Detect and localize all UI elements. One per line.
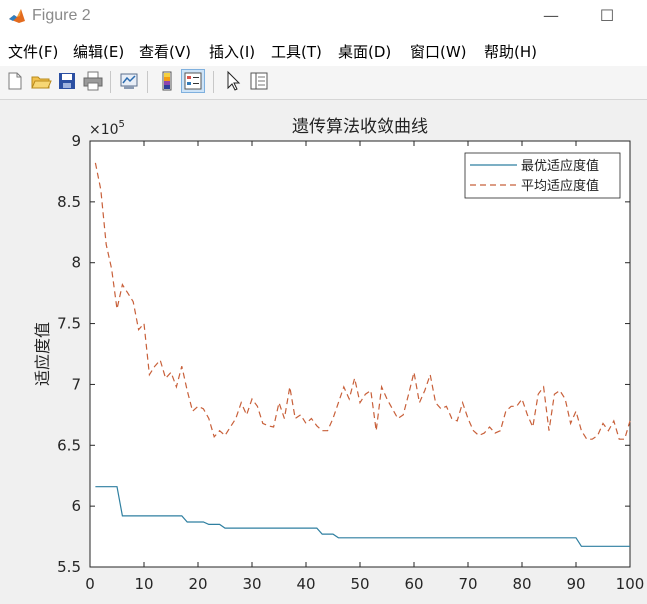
- menu-tools[interactable]: 工具(T): [271, 41, 322, 62]
- x-tick-label: 40: [296, 575, 315, 593]
- y-tick-label: 6: [71, 497, 81, 515]
- x-tick-label: 0: [85, 575, 95, 593]
- window-titlebar: Figure 2 — ☐: [0, 0, 647, 34]
- y-tick-label: 6.5: [57, 436, 81, 454]
- figure-toolbar: [0, 66, 647, 100]
- toolbar-separator: [147, 71, 148, 93]
- legend-label-avg: 平均适应度值: [521, 178, 599, 194]
- x-tick-label: 30: [242, 575, 261, 593]
- x-tick-label: 90: [566, 575, 585, 593]
- insert-legend-icon[interactable]: [181, 69, 205, 93]
- insert-colorbar-icon[interactable]: [156, 70, 178, 92]
- y-tick-label: 7: [71, 375, 81, 393]
- menu-edit[interactable]: 编辑(E): [73, 41, 124, 62]
- figure-canvas: 遗传算法收敛曲线 ×105 适应度值 0 10 20 30 40 50 60 70 80 90 10…: [0, 100, 647, 600]
- menu-view[interactable]: 查看(V): [139, 41, 191, 62]
- x-tick-label: 70: [458, 575, 477, 593]
- menu-window[interactable]: 窗口(W): [410, 41, 467, 62]
- y-exponent-base: ×10: [89, 122, 119, 138]
- menu-help[interactable]: 帮助(H): [484, 41, 537, 62]
- toolbar-separator: [110, 71, 111, 93]
- legend-label-best: 最优适应度值: [521, 158, 599, 174]
- y-tick-label: 8: [71, 254, 81, 272]
- menu-file[interactable]: 文件(F): [8, 41, 58, 62]
- minimize-button[interactable]: —: [528, 0, 574, 34]
- y-tick-label: 8.5: [57, 193, 81, 211]
- new-figure-icon[interactable]: [4, 70, 26, 92]
- x-tick-label: 50: [350, 575, 369, 593]
- chart-title: 遗传算法收敛曲线: [292, 117, 428, 137]
- menu-desktop[interactable]: 桌面(D): [338, 41, 391, 62]
- plot-area: [89, 140, 631, 568]
- x-tick-label: 80: [512, 575, 531, 593]
- matlab-logo-icon: [8, 7, 26, 25]
- menu-bar: 文件(F) 编辑(E) 查看(V) 插入(I) 工具(T) 桌面(D) 窗口(W…: [0, 34, 647, 66]
- link-plot-icon[interactable]: [118, 70, 140, 92]
- legend: 最优适应度值 平均适应度值: [464, 152, 621, 199]
- convergence-chart: 遗传算法收敛曲线 ×105 适应度值 0 10 20 30 40 50 60 70 80 90 10…: [33, 117, 645, 593]
- window-title: Figure 2: [32, 7, 91, 24]
- y-tick-label: 7.5: [57, 315, 81, 333]
- x-tick-label: 20: [188, 575, 207, 593]
- x-tick-label: 10: [134, 575, 153, 593]
- toolbar-separator: [213, 71, 214, 93]
- property-inspector-icon[interactable]: [248, 70, 270, 92]
- pointer-icon[interactable]: [222, 70, 244, 92]
- x-tick-label: 100: [616, 575, 645, 593]
- y-exponent-power: 5: [119, 119, 125, 130]
- save-icon[interactable]: [56, 70, 78, 92]
- y-tick-label: 9: [71, 132, 81, 150]
- y-exponent-label: ×105: [89, 119, 125, 138]
- maximize-button[interactable]: ☐: [584, 0, 630, 34]
- open-file-icon[interactable]: [30, 70, 52, 92]
- x-tick-label: 60: [404, 575, 423, 593]
- y-axis-label: 适应度值: [33, 322, 52, 386]
- menu-insert[interactable]: 插入(I): [209, 41, 255, 62]
- print-icon[interactable]: [82, 70, 104, 92]
- y-tick-label: 5.5: [57, 558, 81, 576]
